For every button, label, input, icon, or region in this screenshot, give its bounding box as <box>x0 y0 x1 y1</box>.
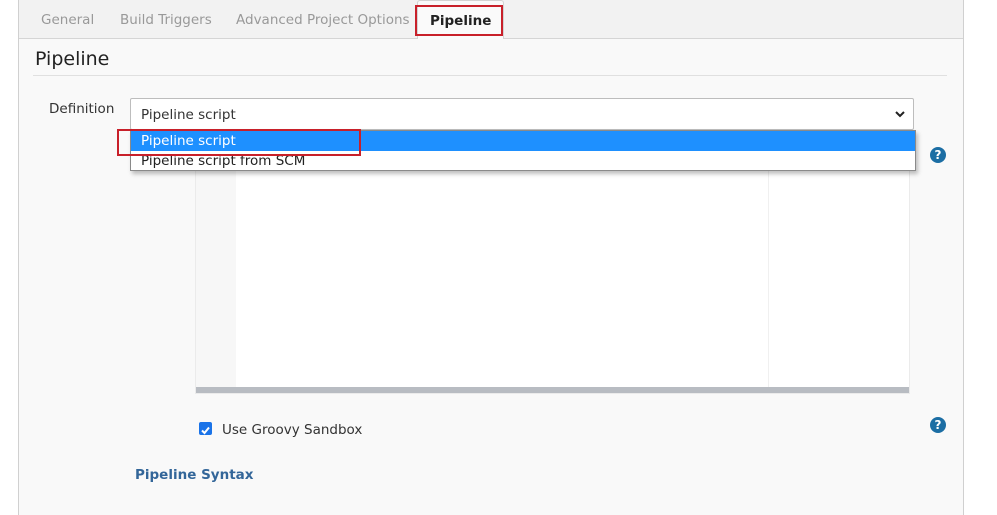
tab-advanced-project-options[interactable]: Advanced Project Options <box>236 0 410 38</box>
groovy-sandbox-checkbox[interactable] <box>199 422 212 435</box>
pipeline-tab-highlight-box <box>415 5 503 36</box>
checkmark-icon <box>201 426 210 435</box>
definition-selected-value: Pipeline script <box>141 107 236 123</box>
chevron-down-icon <box>895 111 905 118</box>
groovy-sandbox-label: Use Groovy Sandbox <box>222 422 363 438</box>
help-icon[interactable]: ? <box>930 147 946 163</box>
option-highlight-box <box>117 129 361 156</box>
editor-print-margin <box>768 161 769 389</box>
tab-build-triggers[interactable]: Build Triggers <box>120 0 212 38</box>
pipeline-config-panel: General Build Triggers Advanced Project … <box>18 0 964 515</box>
pipeline-syntax-link[interactable]: Pipeline Syntax <box>135 467 253 483</box>
section-divider <box>33 75 947 76</box>
editor-gutter <box>196 161 236 389</box>
section-title: Pipeline <box>35 48 110 70</box>
sandbox-help-icon[interactable]: ? <box>930 417 946 433</box>
script-editor[interactable] <box>195 160 910 394</box>
definition-select[interactable]: Pipeline script <box>130 98 914 130</box>
definition-label: Definition <box>49 101 115 117</box>
tab-general[interactable]: General <box>41 0 94 38</box>
editor-horizontal-scrollbar[interactable] <box>196 387 909 393</box>
